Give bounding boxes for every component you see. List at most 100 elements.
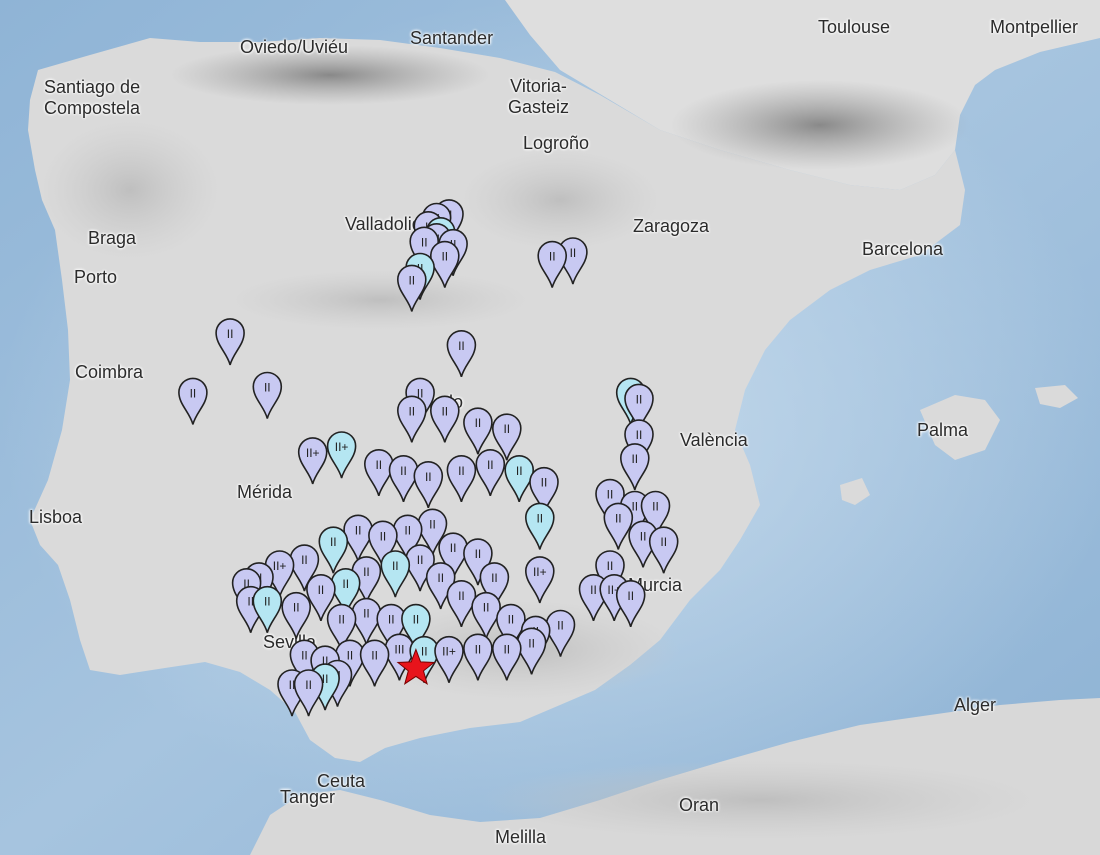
marker-pin-icon — [446, 455, 477, 503]
marker-intensity-label: II — [640, 529, 647, 543]
marker-pin-icon — [603, 502, 634, 550]
intensity-marker[interactable]: II — [429, 240, 460, 288]
intensity-marker[interactable]: II — [293, 669, 324, 717]
intensity-marker[interactable]: II — [504, 455, 535, 503]
marker-intensity-label: II — [549, 250, 556, 264]
marker-pin-icon — [413, 461, 444, 509]
marker-intensity-label: II — [293, 601, 300, 615]
marker-intensity-label: III — [394, 642, 404, 656]
marker-pin-icon — [343, 514, 373, 562]
marker-intensity-label: II — [503, 642, 510, 656]
intensity-marker[interactable]: II+ — [434, 635, 464, 683]
intensity-marker[interactable]: II — [359, 639, 390, 687]
intensity-marker[interactable]: II — [413, 461, 444, 509]
marker-intensity-label: II — [631, 452, 638, 466]
marker-intensity-label: II — [400, 464, 407, 478]
intensity-marker[interactable]: II — [396, 264, 427, 312]
marker-pin-icon — [471, 591, 501, 639]
intensity-marker[interactable]: II — [252, 585, 283, 633]
marker-intensity-label: II — [375, 458, 382, 472]
marker-pin-icon — [281, 591, 312, 639]
marker-intensity-label: II — [541, 476, 548, 490]
marker-intensity-label: II — [570, 246, 577, 260]
marker-intensity-label: II — [301, 648, 308, 662]
marker-pin-icon — [429, 240, 460, 288]
marker-pin-icon — [615, 580, 646, 628]
marker-pin-icon — [648, 526, 679, 574]
marker-intensity-label: II — [660, 535, 667, 549]
marker-intensity-label: II — [371, 648, 378, 662]
marker-intensity-label: II — [528, 636, 535, 650]
marker-intensity-label: II — [338, 613, 345, 627]
marker-pin-icon — [446, 580, 477, 628]
intensity-marker[interactable]: II+ — [297, 437, 328, 485]
marker-pin-icon — [545, 609, 576, 657]
marker-pin-icon — [434, 635, 464, 683]
intensity-marker[interactable]: II — [351, 597, 382, 645]
marker-intensity-label: II+ — [273, 559, 287, 573]
marker-intensity-label: II — [475, 642, 482, 656]
intensity-marker[interactable]: II — [463, 407, 493, 455]
intensity-marker[interactable]: II — [396, 395, 427, 443]
marker-pin-icon — [475, 449, 506, 497]
marker-intensity-label: II+ — [306, 446, 320, 460]
marker-intensity-label: II — [347, 648, 354, 662]
intensity-marker[interactable]: II — [615, 580, 646, 628]
marker-intensity-label: II+ — [533, 565, 547, 579]
marker-intensity-label: II — [516, 464, 523, 478]
marker-pin-icon — [463, 407, 493, 455]
intensity-markers-layer: IIIIIIIIIIIIIIIIIIIIIIIIIIIIIIIIIIIIIIII… — [178, 199, 679, 717]
intensity-marker[interactable]: II — [318, 526, 349, 574]
marker-pin-icon — [446, 330, 477, 378]
marker-intensity-label: II — [441, 250, 448, 264]
intensity-marker[interactable]: II — [545, 609, 576, 657]
marker-pin-icon — [491, 633, 522, 681]
marker-intensity-label: II — [421, 645, 428, 659]
marker-intensity-label: II — [590, 583, 597, 597]
marker-pin-icon — [396, 264, 427, 312]
intensity-marker[interactable]: II — [388, 455, 419, 503]
marker-intensity-label: II — [458, 589, 465, 603]
marker-intensity-label: II — [636, 428, 643, 442]
intensity-marker[interactable]: II — [178, 377, 208, 425]
marker-pin-icon — [524, 502, 555, 550]
intensity-marker[interactable]: II — [446, 455, 477, 503]
marker-intensity-label: II — [458, 464, 465, 478]
intensity-marker[interactable]: II — [363, 449, 394, 497]
intensity-marker[interactable]: II — [524, 502, 555, 550]
seismic-intensity-map[interactable]: Toulouse Montpellier Oviedo/Uviéu Santan… — [0, 0, 1100, 855]
marker-intensity-label: II — [483, 601, 490, 615]
marker-intensity-label: II — [305, 678, 312, 692]
intensity-marker[interactable]: II — [471, 591, 501, 639]
intensity-marker[interactable]: II — [619, 443, 650, 491]
marker-intensity-label: II — [355, 523, 362, 537]
intensity-marker[interactable]: II — [343, 514, 373, 562]
marker-intensity-label: II — [636, 392, 643, 406]
marker-intensity-label: II+ — [442, 645, 456, 659]
intensity-marker[interactable]: II — [648, 526, 679, 574]
intensity-marker[interactable]: II — [603, 502, 634, 550]
intensity-marker[interactable]: II — [446, 330, 477, 378]
intensity-marker[interactable]: II — [380, 550, 411, 598]
intensity-marker[interactable]: II — [215, 318, 245, 366]
marker-intensity-label: II — [458, 339, 465, 353]
marker-pin-icon — [326, 431, 357, 479]
marker-pin-icon — [215, 318, 245, 366]
intensity-marker[interactable]: II — [537, 240, 568, 288]
intensity-marker[interactable]: II — [516, 627, 547, 675]
intensity-marker[interactable]: II — [463, 633, 493, 681]
intensity-marker[interactable]: II — [491, 633, 522, 681]
intensity-marker[interactable]: II+ — [326, 431, 357, 479]
marker-intensity-label: II — [607, 559, 614, 573]
marker-pin-icon — [516, 627, 547, 675]
intensity-marker[interactable]: II+ — [524, 556, 555, 604]
intensity-marker[interactable]: II — [252, 371, 283, 419]
intensity-marker[interactable]: II — [446, 580, 477, 628]
marker-pin-icon — [429, 395, 460, 443]
intensity-marker[interactable]: II — [475, 449, 506, 497]
marker-pin-icon — [524, 556, 555, 604]
intensity-marker[interactable]: II — [429, 395, 460, 443]
marker-intensity-label: II — [380, 529, 387, 543]
intensity-marker[interactable]: II — [281, 591, 312, 639]
marker-intensity-label: II — [536, 511, 543, 525]
